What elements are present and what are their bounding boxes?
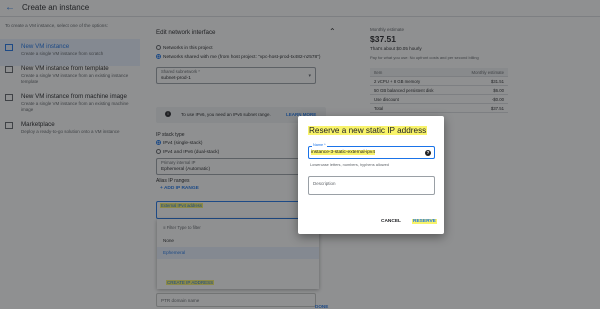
reserve-ip-dialog: Reserve a new static IP address Name * i…: [298, 116, 444, 234]
name-hint: Lowercase letters, numbers, hyphens allo…: [310, 162, 389, 167]
ip-name-label: Name *: [312, 143, 327, 147]
description-input[interactable]: Description: [308, 176, 435, 195]
cancel-button[interactable]: CANCEL: [381, 219, 401, 224]
ip-name-input[interactable]: Name * instance-3-static-external-ipv4 ?: [308, 143, 435, 159]
dialog-title: Reserve a new static IP address: [308, 126, 428, 135]
reserve-button[interactable]: RESERVE: [412, 219, 437, 224]
help-icon[interactable]: ?: [425, 149, 431, 156]
ip-name-value: instance-3-static-external-ipv4: [311, 150, 375, 155]
